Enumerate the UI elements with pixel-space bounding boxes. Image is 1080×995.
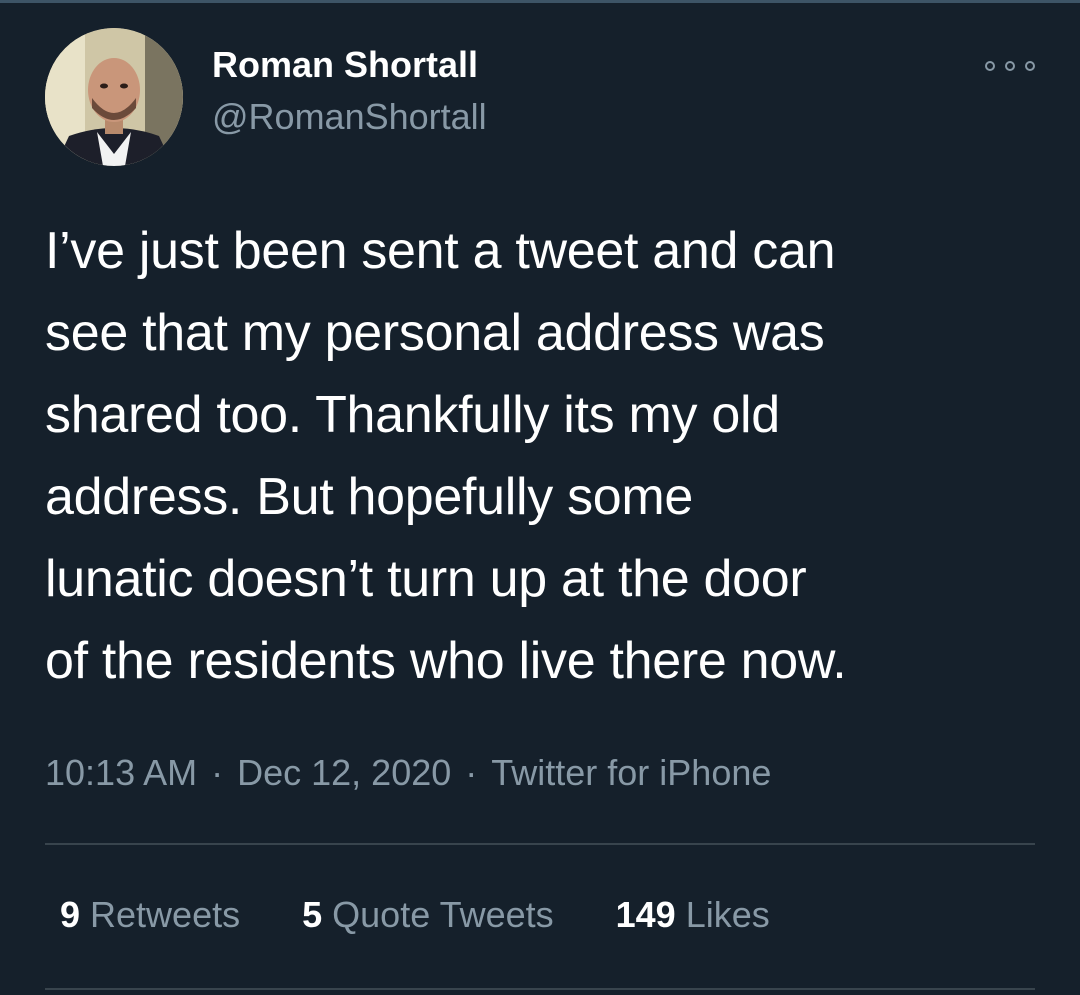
quote-tweets-count: 5 [302,894,323,935]
author-block[interactable]: Roman Shortall @RomanShortall [212,40,487,142]
tweet-text-line: lunatic doesn’t turn up at the door [45,550,807,608]
author-handle[interactable]: @RomanShortall [212,92,487,142]
tweet-time[interactable]: 10:13 AM [45,752,197,793]
tweet-source[interactable]: Twitter for iPhone [491,752,771,793]
quote-tweets-stat[interactable]: 5 Quote Tweets [302,890,554,940]
retweets-count: 9 [60,894,81,935]
likes-count: 149 [615,894,676,935]
author-display-name[interactable]: Roman Shortall [212,40,487,90]
meta-separator: · [465,752,478,793]
divider [45,988,1035,990]
avatar-image [45,28,183,166]
retweets-stat[interactable]: 9 Retweets [60,890,240,940]
more-options-button[interactable] [985,54,1035,78]
tweet-text-line: address. But hopefully some [45,468,694,526]
tweet-text: I’ve just been sent a tweet and can see … [45,210,1045,702]
likes-label: Likes [685,894,770,935]
tweet-metadata: 10:13 AM · Dec 12, 2020 · Twitter for iPhone [45,748,771,798]
tweet-text-line: see that my personal address was [45,304,825,362]
likes-stat[interactable]: 149 Likes [616,890,770,940]
tweet-text-line: shared too. Thankfully its my old [45,386,780,444]
more-horizontal-icon [985,61,995,71]
tweet-text-line: I’ve just been sent a tweet and can [45,222,836,280]
more-horizontal-icon-dot [1005,61,1015,71]
meta-separator: · [211,752,224,793]
top-divider [0,0,1080,3]
quote-tweets-label: Quote Tweets [332,894,554,935]
tweet-header: Roman Shortall @RomanShortall [45,28,1035,168]
tweet-date[interactable]: Dec 12, 2020 [237,752,451,793]
divider [45,843,1035,845]
avatar[interactable] [45,28,183,166]
tweet-text-line: of the residents who live there now. [45,632,847,690]
retweets-label: Retweets [90,894,241,935]
more-horizontal-icon-dot [1025,61,1035,71]
tweet-stats: 9 Retweets 5 Quote Tweets 149 Likes [60,890,822,940]
